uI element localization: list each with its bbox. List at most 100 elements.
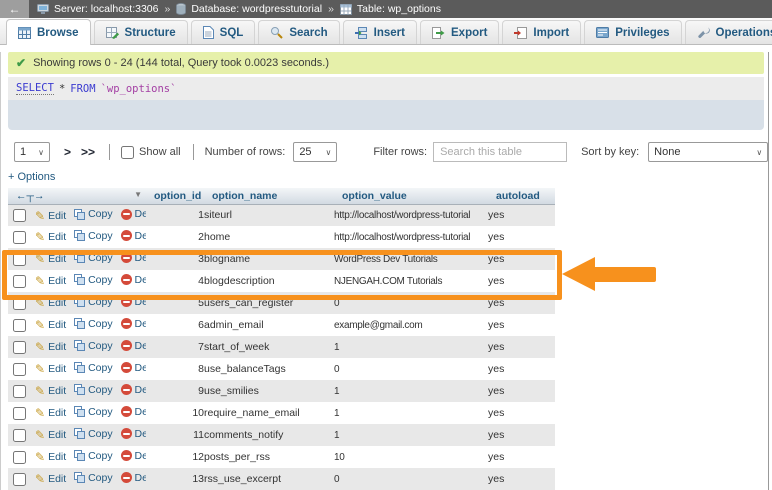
copy-link[interactable]: Copy	[74, 340, 113, 352]
row-checkbox[interactable]	[13, 473, 26, 486]
delete-link[interactable]: Delete	[121, 208, 146, 220]
column-header-autoload[interactable]: autoload	[488, 188, 555, 204]
copy-link[interactable]: Copy	[74, 230, 113, 242]
number-of-rows-select[interactable]: 25	[293, 142, 337, 162]
delete-link[interactable]: Delete	[121, 252, 146, 264]
delete-label: Delete	[135, 472, 146, 484]
edit-link[interactable]: Edit	[35, 230, 66, 244]
edit-link[interactable]: Edit	[35, 362, 66, 376]
last-page-button[interactable]: >>	[81, 145, 95, 159]
edit-link[interactable]: Edit	[35, 340, 66, 354]
copy-link[interactable]: Copy	[74, 362, 113, 374]
breadcrumb-server[interactable]: Server: localhost:3306	[54, 3, 158, 15]
cell-option-id: 12	[146, 446, 204, 468]
edit-label: Edit	[48, 407, 66, 419]
edit-link[interactable]: Edit	[35, 209, 66, 223]
cell-option-value: http://localhost/wordpress-tutorial	[334, 204, 488, 226]
next-page-button[interactable]: >	[64, 145, 71, 159]
delete-link[interactable]: Delete	[121, 362, 146, 374]
edit-link[interactable]: Edit	[35, 450, 66, 464]
success-check-icon	[16, 56, 26, 70]
page-select[interactable]: 1	[14, 142, 50, 162]
column-header-option-value[interactable]: option_value	[334, 188, 488, 204]
delete-link[interactable]: Delete	[121, 318, 146, 330]
row-checkbox[interactable]	[13, 341, 26, 354]
edit-link[interactable]: Edit	[35, 252, 66, 266]
row-checkbox[interactable]	[13, 451, 26, 464]
edit-link[interactable]: Edit	[35, 318, 66, 332]
copy-link[interactable]: Copy	[74, 274, 113, 286]
cell-option-name: siteurl	[204, 204, 334, 226]
back-arrow-button[interactable]: ←	[0, 0, 29, 18]
column-header-option-name[interactable]: option_name	[204, 188, 334, 204]
filter-rows-input[interactable]	[433, 142, 567, 162]
column-header-option-id[interactable]: option_id	[146, 188, 204, 204]
delete-link[interactable]: Delete	[121, 384, 146, 396]
edit-link[interactable]: Edit	[35, 384, 66, 398]
show-all-checkbox[interactable]	[121, 146, 134, 159]
column-actions-header: ←┬→	[8, 188, 146, 204]
row-checkbox[interactable]	[13, 253, 26, 266]
copy-link[interactable]: Copy	[74, 384, 113, 396]
row-checkbox[interactable]	[13, 407, 26, 420]
delete-link[interactable]: Delete	[121, 472, 146, 484]
tab-structure[interactable]: Structure	[94, 20, 188, 44]
delete-link[interactable]: Delete	[121, 406, 146, 418]
breadcrumb-table[interactable]: Table: wp_options	[357, 3, 441, 15]
copy-link[interactable]: Copy	[74, 406, 113, 418]
cell-autoload: yes	[488, 248, 555, 270]
copy-link[interactable]: Copy	[74, 428, 113, 440]
row-checkbox[interactable]	[13, 231, 26, 244]
tab-search[interactable]: Search	[258, 20, 339, 44]
row-checkbox[interactable]	[13, 209, 26, 222]
copy-link[interactable]: Copy	[74, 318, 113, 330]
cell-option-value: http://localhost/wordpress-tutorial	[334, 226, 488, 248]
edit-label: Edit	[48, 473, 66, 485]
delete-icon	[121, 340, 132, 351]
edit-link[interactable]: Edit	[35, 274, 66, 288]
tab-privileges[interactable]: Privileges	[584, 20, 681, 44]
copy-link[interactable]: Copy	[74, 472, 113, 484]
delete-label: Delete	[135, 274, 146, 286]
options-toggle-link[interactable]: + Options	[8, 171, 55, 183]
cell-autoload: yes	[488, 292, 555, 314]
row-checkbox[interactable]	[13, 319, 26, 332]
search-magnifier-icon	[270, 26, 283, 39]
copy-link[interactable]: Copy	[74, 252, 113, 264]
row-checkbox[interactable]	[13, 429, 26, 442]
tab-insert[interactable]: Insert	[343, 20, 417, 44]
cell-autoload: yes	[488, 424, 555, 446]
edit-link[interactable]: Edit	[35, 428, 66, 442]
cell-option-value: NJENGAH.COM Tutorials	[334, 270, 488, 292]
copy-link[interactable]: Copy	[74, 296, 113, 308]
delete-link[interactable]: Delete	[121, 340, 146, 352]
sort-by-key-label: Sort by key:	[581, 146, 639, 158]
copy-link[interactable]: Copy	[74, 208, 113, 220]
edit-link[interactable]: Edit	[35, 472, 66, 486]
tab-browse[interactable]: Browse	[6, 19, 91, 45]
delete-link[interactable]: Delete	[121, 428, 146, 440]
delete-link[interactable]: Delete	[121, 296, 146, 308]
tab-import[interactable]: Import	[502, 20, 581, 44]
cell-autoload: yes	[488, 380, 555, 402]
copy-link[interactable]: Copy	[74, 450, 113, 462]
delete-link[interactable]: Delete	[121, 230, 146, 242]
table-row: Edit Copy Delete 3 blo	[8, 248, 555, 270]
sort-by-key-select[interactable]: None	[648, 142, 768, 162]
tab-operations[interactable]: Operations	[685, 20, 772, 44]
delete-link[interactable]: Delete	[121, 274, 146, 286]
tab-export[interactable]: Export	[420, 20, 499, 44]
copy-icon	[74, 384, 85, 395]
delete-icon	[121, 362, 132, 373]
cell-option-name: posts_per_rss	[204, 446, 334, 468]
delete-link[interactable]: Delete	[121, 450, 146, 462]
row-checkbox[interactable]	[13, 363, 26, 376]
tab-sql[interactable]: SQL	[191, 20, 256, 44]
edit-label: Edit	[48, 275, 66, 287]
row-checkbox[interactable]	[13, 297, 26, 310]
edit-link[interactable]: Edit	[35, 406, 66, 420]
edit-link[interactable]: Edit	[35, 296, 66, 310]
row-checkbox[interactable]	[13, 275, 26, 288]
row-checkbox[interactable]	[13, 385, 26, 398]
breadcrumb-database[interactable]: Database: wordpresstutorial	[191, 3, 322, 15]
